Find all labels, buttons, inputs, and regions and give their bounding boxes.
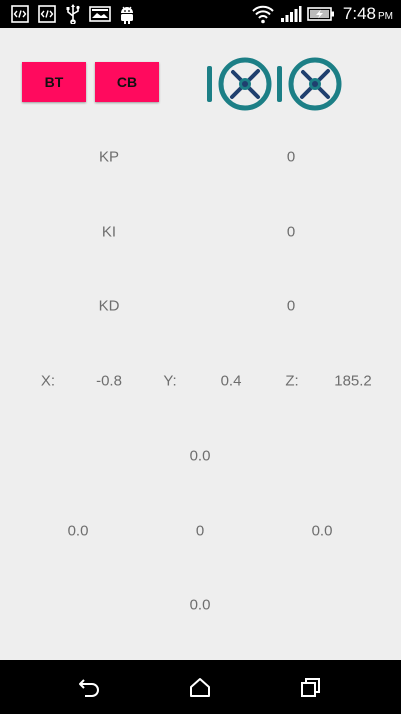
usb-icon bbox=[63, 0, 83, 28]
clock-ampm: PM bbox=[378, 10, 393, 22]
bt-button[interactable]: BT bbox=[22, 62, 86, 102]
clock-time: 7:48 bbox=[342, 4, 376, 23]
image-icon bbox=[88, 0, 112, 28]
status-bar: 7:48 PM bbox=[0, 0, 401, 28]
ki-label: KI bbox=[101, 223, 117, 241]
status-clock: 7:48 PM bbox=[343, 0, 393, 28]
kp-value[interactable]: 0 bbox=[287, 149, 295, 166]
x-label: X: bbox=[40, 372, 56, 390]
code-icon bbox=[9, 0, 31, 28]
android-icon bbox=[117, 0, 137, 28]
kp-label: KP bbox=[98, 148, 120, 166]
y-label: Y: bbox=[163, 372, 177, 390]
y-value: 0.4 bbox=[220, 372, 242, 390]
code-icon bbox=[36, 0, 58, 28]
battery-charging-icon bbox=[306, 0, 336, 28]
ki-value[interactable]: 0 bbox=[287, 224, 295, 241]
home-icon[interactable] bbox=[170, 660, 230, 714]
motor-bottom-value: 0.0 bbox=[189, 596, 211, 614]
back-icon[interactable] bbox=[59, 660, 119, 714]
cb-button[interactable]: CB bbox=[95, 62, 159, 102]
kd-label: KD bbox=[98, 297, 120, 315]
signal-icon bbox=[279, 0, 303, 28]
z-value: 185.2 bbox=[334, 372, 372, 390]
wifi-icon bbox=[250, 0, 276, 28]
motor-left-value: 0.0 bbox=[67, 522, 89, 540]
navigation-bar bbox=[0, 660, 401, 714]
motor-center-value: 0 bbox=[195, 522, 205, 540]
motor-top-value: 0.0 bbox=[189, 447, 211, 465]
kd-value[interactable]: 0 bbox=[287, 298, 295, 315]
quadcopter-logo bbox=[203, 56, 345, 114]
recent-apps-icon[interactable] bbox=[281, 660, 341, 714]
x-value: -0.8 bbox=[96, 372, 122, 390]
z-label: Z: bbox=[285, 372, 299, 390]
motor-right-value: 0.0 bbox=[311, 522, 333, 540]
